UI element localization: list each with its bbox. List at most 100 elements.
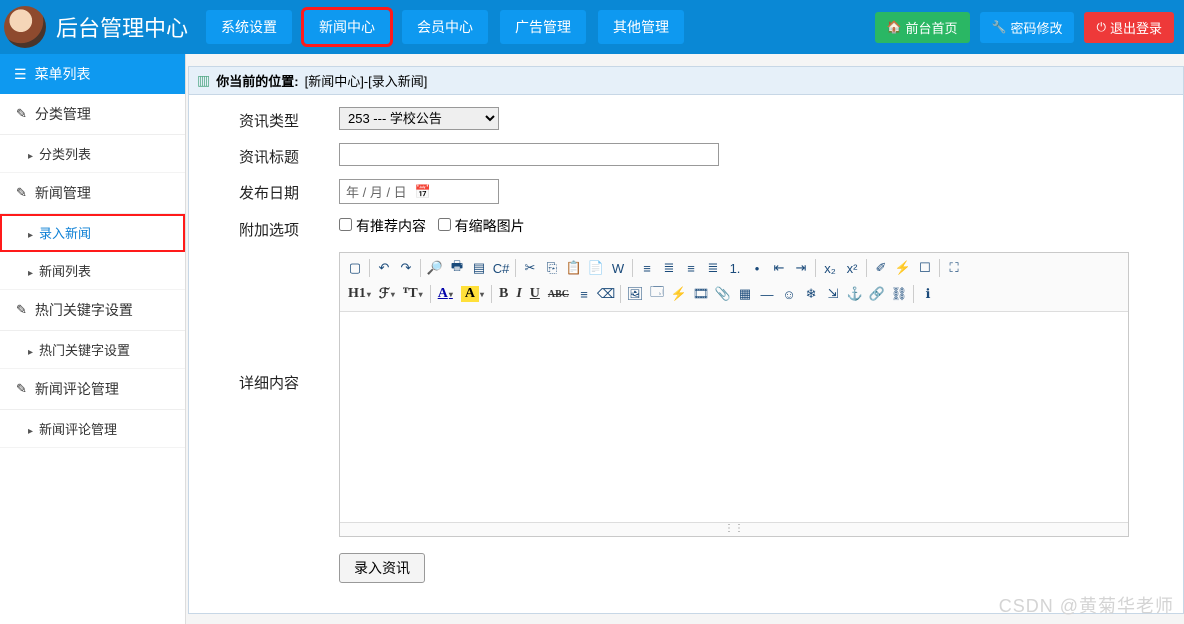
editor-toolbar: ▢↶↷🔎🖶▤C#✂⎘📋📄W≡≣≡≣1.•⇤⇥x₂x²✐⚡☐⛶H1ℱᵀTAABIU…: [340, 253, 1128, 312]
calendar-icon: 📅: [415, 184, 431, 200]
edit-icon: ✎: [16, 381, 27, 397]
breadcrumb: ▥ 你当前的位置: [新闻中心]-[录入新闻]: [189, 67, 1183, 95]
submit-button[interactable]: 录入资讯: [339, 553, 425, 583]
subscript-icon[interactable]: x₂: [819, 257, 841, 279]
sidebar-group-keywords[interactable]: ✎热门关键字设置: [0, 290, 185, 331]
home-icon: 🏠: [887, 20, 902, 34]
flash-icon[interactable]: ⚡: [668, 283, 690, 305]
brand-title: 后台管理中心: [56, 11, 188, 43]
preview-icon[interactable]: 🔎: [424, 257, 446, 279]
outdent-icon[interactable]: ⇤: [768, 257, 790, 279]
front-site-button[interactable]: 🏠前台首页: [875, 12, 970, 43]
link-icon[interactable]: 🔗: [866, 283, 888, 305]
sidebar-item-category-list[interactable]: 分类列表: [0, 135, 185, 173]
edit-icon: ✎: [16, 185, 27, 201]
bold-icon[interactable]: B: [495, 283, 512, 305]
fullscreen-icon[interactable]: ⛶: [943, 257, 965, 279]
avatar[interactable]: [4, 6, 46, 48]
font-size-sel[interactable]: ᵀT: [399, 283, 427, 305]
line-height-icon[interactable]: ≡: [573, 283, 595, 305]
date-input[interactable]: 年 / 月 / 日📅: [339, 179, 499, 204]
media-icon[interactable]: 🎞: [690, 283, 712, 305]
change-password-button[interactable]: 🔧密码修改: [980, 12, 1075, 43]
code-icon[interactable]: C#: [490, 257, 512, 279]
recommend-checkbox[interactable]: [339, 218, 352, 231]
list-ul-icon[interactable]: •: [746, 257, 768, 279]
align-right-icon[interactable]: ≡: [680, 257, 702, 279]
opt-thumbnail[interactable]: 有缩略图片: [438, 218, 525, 234]
label-content: 详细内容: [199, 252, 339, 393]
bg-color-sel[interactable]: A: [457, 283, 488, 305]
emoji-icon[interactable]: ☺: [778, 283, 800, 305]
sidebar-group-comments[interactable]: ✎新闻评论管理: [0, 369, 185, 410]
sidebar-item-comments[interactable]: 新闻评论管理: [0, 410, 185, 448]
editor-resize-handle[interactable]: ⋮⋮: [340, 522, 1128, 536]
special-char-icon[interactable]: ❄: [800, 283, 822, 305]
logout-button[interactable]: ⏻退出登录: [1084, 12, 1174, 43]
nav-member-center[interactable]: 会员中心: [402, 10, 488, 44]
print-icon[interactable]: 🖶: [446, 257, 468, 279]
cut-icon[interactable]: ✂: [519, 257, 541, 279]
strike-icon[interactable]: ABC: [544, 283, 573, 305]
paste-icon[interactable]: 📋: [563, 257, 585, 279]
multi-image-icon[interactable]: 🗔: [646, 283, 668, 305]
clear-format-icon[interactable]: ✐: [870, 257, 892, 279]
remove-format-icon[interactable]: ⌫: [595, 283, 617, 305]
quick-format-icon[interactable]: ⚡: [892, 257, 914, 279]
unlink-icon[interactable]: ⛓: [888, 283, 910, 305]
thumbnail-checkbox[interactable]: [438, 218, 451, 231]
opt-recommend[interactable]: 有推荐内容: [339, 218, 426, 234]
label-extra: 附加选项: [199, 216, 339, 240]
font-family-sel[interactable]: ℱ: [375, 283, 399, 305]
select-all-icon[interactable]: ☐: [914, 257, 936, 279]
top-bar: 后台管理中心 系统设置 新闻中心 会员中心 广告管理 其他管理 🏠前台首页 🔧密…: [0, 0, 1184, 54]
undo-icon[interactable]: ↶: [373, 257, 395, 279]
font-color-sel[interactable]: A: [434, 283, 457, 305]
anchor-icon[interactable]: ⚓: [844, 283, 866, 305]
label-title: 资讯标题: [199, 143, 339, 167]
list-ol-icon[interactable]: 1.: [724, 257, 746, 279]
nav-system-settings[interactable]: 系统设置: [206, 10, 292, 44]
template-icon[interactable]: ▤: [468, 257, 490, 279]
image-icon[interactable]: 🖼: [624, 283, 646, 305]
superscript-icon[interactable]: x²: [841, 257, 863, 279]
table-icon[interactable]: ▦: [734, 283, 756, 305]
sidebar-item-keywords[interactable]: 热门关键字设置: [0, 331, 185, 369]
copy-icon[interactable]: ⎘: [541, 257, 563, 279]
nav-ad-manage[interactable]: 广告管理: [500, 10, 586, 44]
nav-other-manage[interactable]: 其他管理: [598, 10, 684, 44]
main-area: ▥ 你当前的位置: [新闻中心]-[录入新闻] 资讯类型 253 --- 学校公…: [186, 54, 1184, 624]
indent-icon[interactable]: ⇥: [790, 257, 812, 279]
hr-icon[interactable]: —: [756, 283, 778, 305]
content-panel: ▥ 你当前的位置: [新闻中心]-[录入新闻] 资讯类型 253 --- 学校公…: [188, 66, 1184, 614]
underline-icon[interactable]: U: [526, 283, 544, 305]
about-icon[interactable]: ℹ: [917, 283, 939, 305]
paste-word-icon[interactable]: W: [607, 257, 629, 279]
nav-news-center[interactable]: 新闻中心: [304, 10, 390, 44]
italic-icon[interactable]: I: [512, 283, 525, 305]
edit-icon: ✎: [16, 106, 27, 122]
power-icon: ⏻: [1096, 20, 1106, 35]
edit-icon: ✎: [16, 302, 27, 318]
type-select[interactable]: 253 --- 学校公告: [339, 107, 499, 130]
source-icon[interactable]: ▢: [344, 257, 366, 279]
file-icon[interactable]: 📎: [712, 283, 734, 305]
paste-text-icon[interactable]: 📄: [585, 257, 607, 279]
sidebar-group-category[interactable]: ✎分类管理: [0, 94, 185, 135]
sidebar: 菜单列表 ✎分类管理 分类列表 ✎新闻管理 录入新闻 新闻列表 ✎热门关键字设置…: [0, 54, 186, 624]
label-type: 资讯类型: [199, 107, 339, 131]
heading-sel[interactable]: H1: [344, 283, 375, 305]
align-left-icon[interactable]: ≡: [636, 257, 658, 279]
redo-icon[interactable]: ↷: [395, 257, 417, 279]
news-form: 资讯类型 253 --- 学校公告 资讯标题 发布日期 年 / 月 / 日📅 附…: [189, 95, 1183, 613]
rich-editor: ▢↶↷🔎🖶▤C#✂⎘📋📄W≡≣≡≣1.•⇤⇥x₂x²✐⚡☐⛶H1ℱᵀTAABIU…: [339, 252, 1129, 537]
sidebar-group-news[interactable]: ✎新闻管理: [0, 173, 185, 214]
align-center-icon[interactable]: ≣: [658, 257, 680, 279]
align-justify-icon[interactable]: ≣: [702, 257, 724, 279]
sidebar-item-news-list[interactable]: 新闻列表: [0, 252, 185, 290]
sidebar-item-add-news[interactable]: 录入新闻: [0, 214, 185, 252]
label-date: 发布日期: [199, 179, 339, 203]
pagebreak-icon[interactable]: ⇲: [822, 283, 844, 305]
title-input[interactable]: [339, 143, 719, 166]
editor-textarea[interactable]: [340, 312, 1128, 522]
